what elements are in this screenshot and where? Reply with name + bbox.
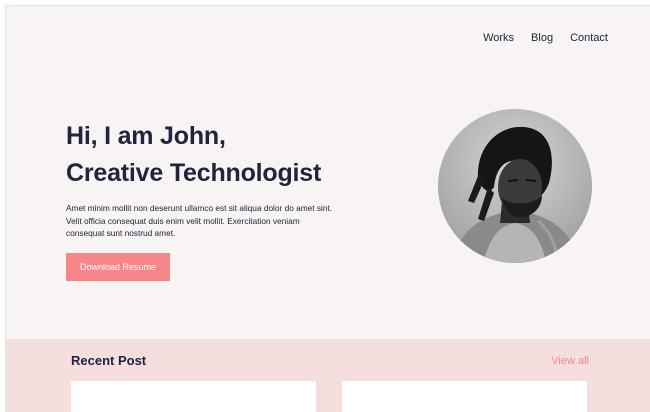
hero-description: Amet minim mollit non deserunt ullamco e… [66, 203, 333, 238]
recent-posts-section: Recent Post View all [6, 339, 650, 412]
download-resume-button[interactable]: Download Resume [66, 253, 170, 281]
nav-blog[interactable]: Blog [531, 32, 553, 44]
page: Works Blog Contact Hi, I am John, Creati… [5, 5, 650, 412]
view-all-link[interactable]: View all [551, 355, 589, 367]
hero-title-line-1: Hi, I am John, [66, 122, 226, 150]
hero-title: Hi, I am John, Creative Technologist [66, 118, 366, 192]
post-card[interactable] [342, 381, 587, 412]
post-card[interactable] [71, 381, 316, 412]
recent-post-title: Recent Post [71, 353, 147, 368]
profile-photo [438, 109, 592, 263]
hero-title-line-2: Creative Technologist [66, 159, 322, 187]
nav-contact[interactable]: Contact [570, 32, 608, 44]
nav-works[interactable]: Works [483, 32, 514, 44]
avatar [438, 109, 592, 263]
top-nav: Works Blog Contact [483, 32, 608, 44]
